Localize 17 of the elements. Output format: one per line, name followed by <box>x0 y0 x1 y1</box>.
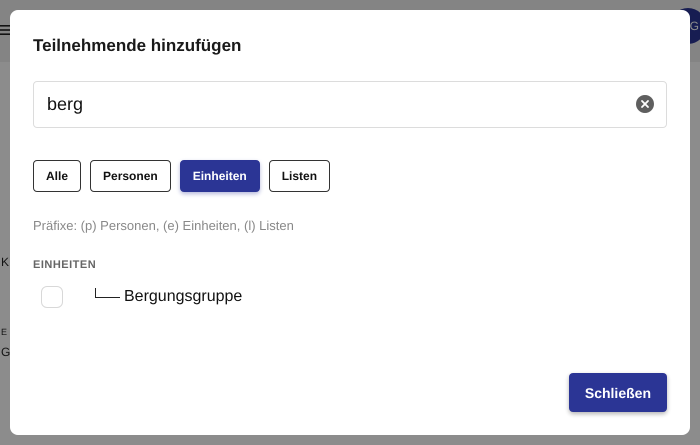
dialog-title: Teilnehmende hinzufügen <box>33 36 242 56</box>
search-field[interactable]: berg <box>33 81 667 128</box>
tree-connector <box>95 288 120 298</box>
filter-button[interactable]: Personen <box>90 160 171 192</box>
close-button[interactable]: Schließen <box>568 373 667 412</box>
table-header-text: K <box>1 255 10 269</box>
section-heading: EINHEITEN <box>33 259 98 271</box>
menu-icon[interactable] <box>0 24 10 36</box>
clear-icon[interactable] <box>636 95 654 113</box>
filter-button[interactable]: Einheiten <box>180 160 260 192</box>
filter-button[interactable]: Alle <box>33 160 82 192</box>
label-text: E <box>1 327 8 337</box>
unit-label: Bergungsgruppe <box>124 288 242 306</box>
filter-button[interactable]: Listen <box>268 160 330 192</box>
value-text: G <box>1 345 10 359</box>
checkbox[interactable] <box>41 286 63 308</box>
hint-text: Präfixe: (p) Personen, (e) Einheiten, (l) Listen <box>33 218 295 233</box>
